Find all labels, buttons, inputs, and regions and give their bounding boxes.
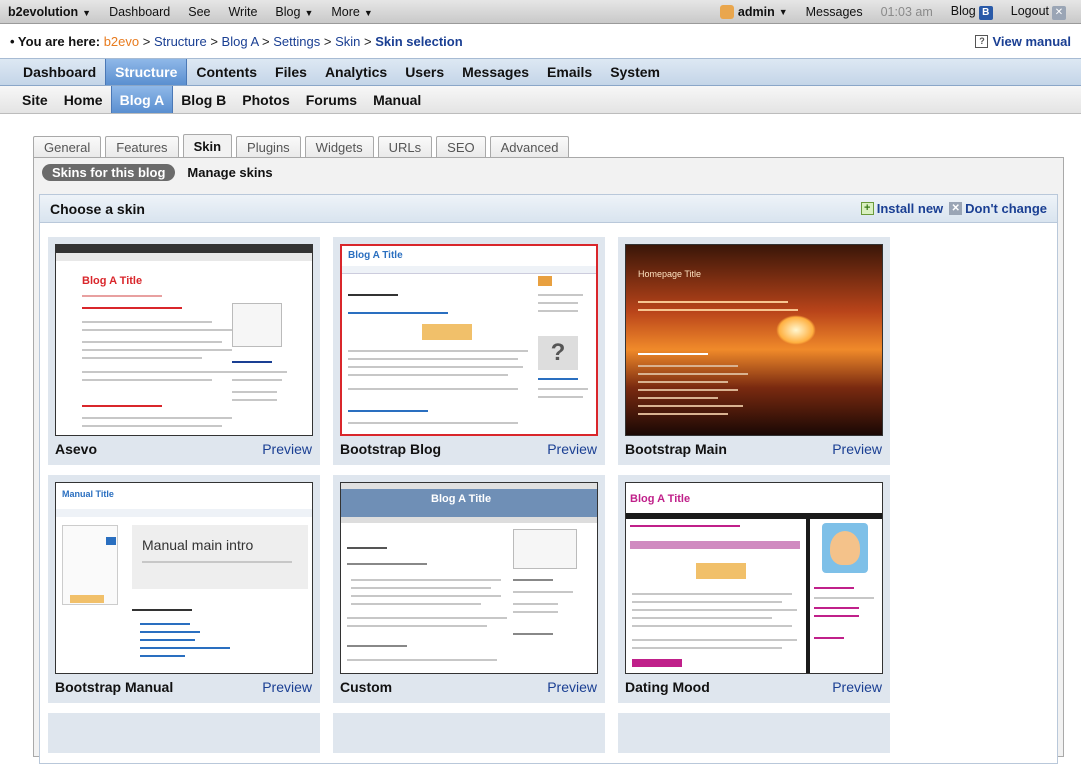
chevron-down-icon: ▼ [778,6,788,17]
skin-thumbnail[interactable]: Blog A Title [340,482,598,674]
skin-card-custom[interactable]: Blog A Title Custom Preview [333,475,605,703]
skin-thumbnail[interactable]: Blog A Title [55,244,313,436]
breadcrumb-settings[interactable]: Settings [273,34,320,49]
subtab-manage-skins[interactable]: Manage skins [175,165,284,180]
skin-panel: Skins for this blog Manage skins Choose … [33,157,1064,764]
tab-features[interactable]: Features [105,136,179,158]
blogmenu-home[interactable]: Home [56,86,111,113]
chevron-down-icon: ▼ [304,7,314,18]
breadcrumb: • You are here: b2evo > Structure > Blog… [10,33,1071,49]
skin-name: Bootstrap Blog [340,441,442,457]
chevron-down-icon: ▼ [82,7,92,18]
skin-thumbnail[interactable]: Manual Title Manual main intro [55,482,313,674]
menu-files[interactable]: Files [266,59,316,85]
tab-skin[interactable]: Skin [182,134,233,158]
skin-preview-link[interactable]: Preview [832,441,882,457]
topbar-write[interactable]: Write [219,5,266,19]
choose-skin-fieldset: Choose a skin + Install new ✕ Don't change… [39,194,1058,764]
blogmenu-photos[interactable]: Photos [234,86,297,113]
blogmenu-blog-a[interactable]: Blog A [110,86,174,113]
skin-preview-link[interactable]: Preview [262,679,312,695]
breadcrumb-prefix: • You are here: [10,33,101,49]
tab-advanced[interactable]: Advanced [489,136,570,158]
avatar [719,4,734,19]
tab-general[interactable]: General [33,136,102,158]
skin-name: Custom [340,679,393,695]
install-new-button[interactable]: + Install new [860,201,943,216]
clock-time: 01:03 am [880,4,933,19]
menu-messages[interactable]: Messages [453,59,538,85]
skin-card-dating-mood[interactable]: Blog A Title Dating Mood Preview [618,475,890,703]
skin-card-partial-1[interactable] [48,713,320,753]
topbar-see[interactable]: See [179,5,219,19]
breadcrumb-structure[interactable]: Structure [154,34,207,49]
skin-thumbnail[interactable]: Homepage Title [625,244,883,436]
skin-card-bootstrap-main[interactable]: Homepage Title Bootstrap Main Preview [618,237,890,465]
skin-name: Bootstrap Manual [55,679,174,695]
skin-name: Asevo [55,441,98,457]
admin-topbar: b2evolution ▼ Dashboard See Write Blog ▼ M… [0,0,1081,24]
topbar-blog-switch[interactable]: Blog B [942,4,1002,20]
skin-preview-link[interactable]: Preview [547,679,597,695]
tab-urls[interactable]: URLs [377,136,433,158]
skin-subtabs: Skins for this blog Manage skins [42,164,285,181]
user-menu[interactable]: admin ▼ [711,4,797,19]
skin-name: Dating Mood [625,679,710,695]
blogmenu-blog-b[interactable]: Blog B [173,86,234,113]
skin-thumbnail[interactable]: Blog A Title [625,482,883,674]
manual-icon: ? [975,34,989,48]
breadcrumb-current: Skin selection [375,33,463,49]
main-menu: Dashboard Structure Contents Files Analy… [0,58,1081,86]
blogmenu-manual[interactable]: Manual [365,86,429,113]
blog-b-icon: B [978,5,993,20]
close-icon: ✕ [949,202,963,215]
menu-structure[interactable]: Structure [105,59,188,85]
skin-preview-link[interactable]: Preview [262,441,312,457]
menu-dashboard[interactable]: Dashboard [14,59,105,85]
skin-card-partial-2[interactable] [333,713,605,753]
menu-system[interactable]: System [601,59,669,85]
topbar-dashboard[interactable]: Dashboard [100,5,179,19]
brand-menu[interactable]: b2evolution ▼ [6,5,100,19]
dont-change-button[interactable]: ✕ Don't change [943,201,1047,216]
menu-users[interactable]: Users [396,59,453,85]
topbar-messages[interactable]: Messages [797,5,872,19]
chevron-down-icon: ▼ [363,7,373,18]
breadcrumb-b2evo[interactable]: b2evo [104,34,139,49]
menu-contents[interactable]: Contents [187,59,266,85]
subtab-skins-for-blog[interactable]: Skins for this blog [42,164,176,181]
tab-seo[interactable]: SEO [436,136,486,158]
close-icon: ✕ [1052,5,1066,20]
blogmenu-forums[interactable]: Forums [298,86,365,113]
blog-menu: Site Home Blog A Blog B Photos Forums Ma… [0,86,1081,114]
breadcrumb-skin[interactable]: Skin [335,34,360,49]
topbar-blog-menu[interactable]: Blog ▼ [266,5,322,19]
skin-card-bootstrap-manual[interactable]: Manual Title Manual main intro Bootstrap… [48,475,320,703]
breadcrumb-blog-a[interactable]: Blog A [222,34,259,49]
skin-card-asevo[interactable]: Blog A Title Asevo Preview [48,237,320,465]
logout-link[interactable]: Logout ✕ [1002,4,1075,20]
menu-analytics[interactable]: Analytics [316,59,396,85]
skin-name: Bootstrap Main [625,441,727,457]
skin-card-bootstrap-blog[interactable]: Blog A Title ? Bootstrap Blog Preview [333,237,605,465]
skin-preview-link[interactable]: Preview [832,679,882,695]
tab-plugins[interactable]: Plugins [236,136,301,158]
menu-emails[interactable]: Emails [538,59,601,85]
add-icon: + [860,202,874,215]
blogmenu-site[interactable]: Site [14,86,56,113]
skin-card-partial-3[interactable] [618,713,890,753]
skin-thumbnail[interactable]: Blog A Title ? [340,244,598,436]
skin-preview-link[interactable]: Preview [547,441,597,457]
view-manual-link[interactable]: ? View manual [975,34,1071,49]
tab-widgets[interactable]: Widgets [304,136,374,158]
choose-skin-title: Choose a skin [50,200,145,217]
topbar-more-menu[interactable]: More ▼ [322,5,381,19]
settings-tabs: General Features Skin Plugins Widgets UR… [33,134,573,158]
choose-skin-header: Choose a skin + Install new ✕ Don't change [40,195,1057,223]
